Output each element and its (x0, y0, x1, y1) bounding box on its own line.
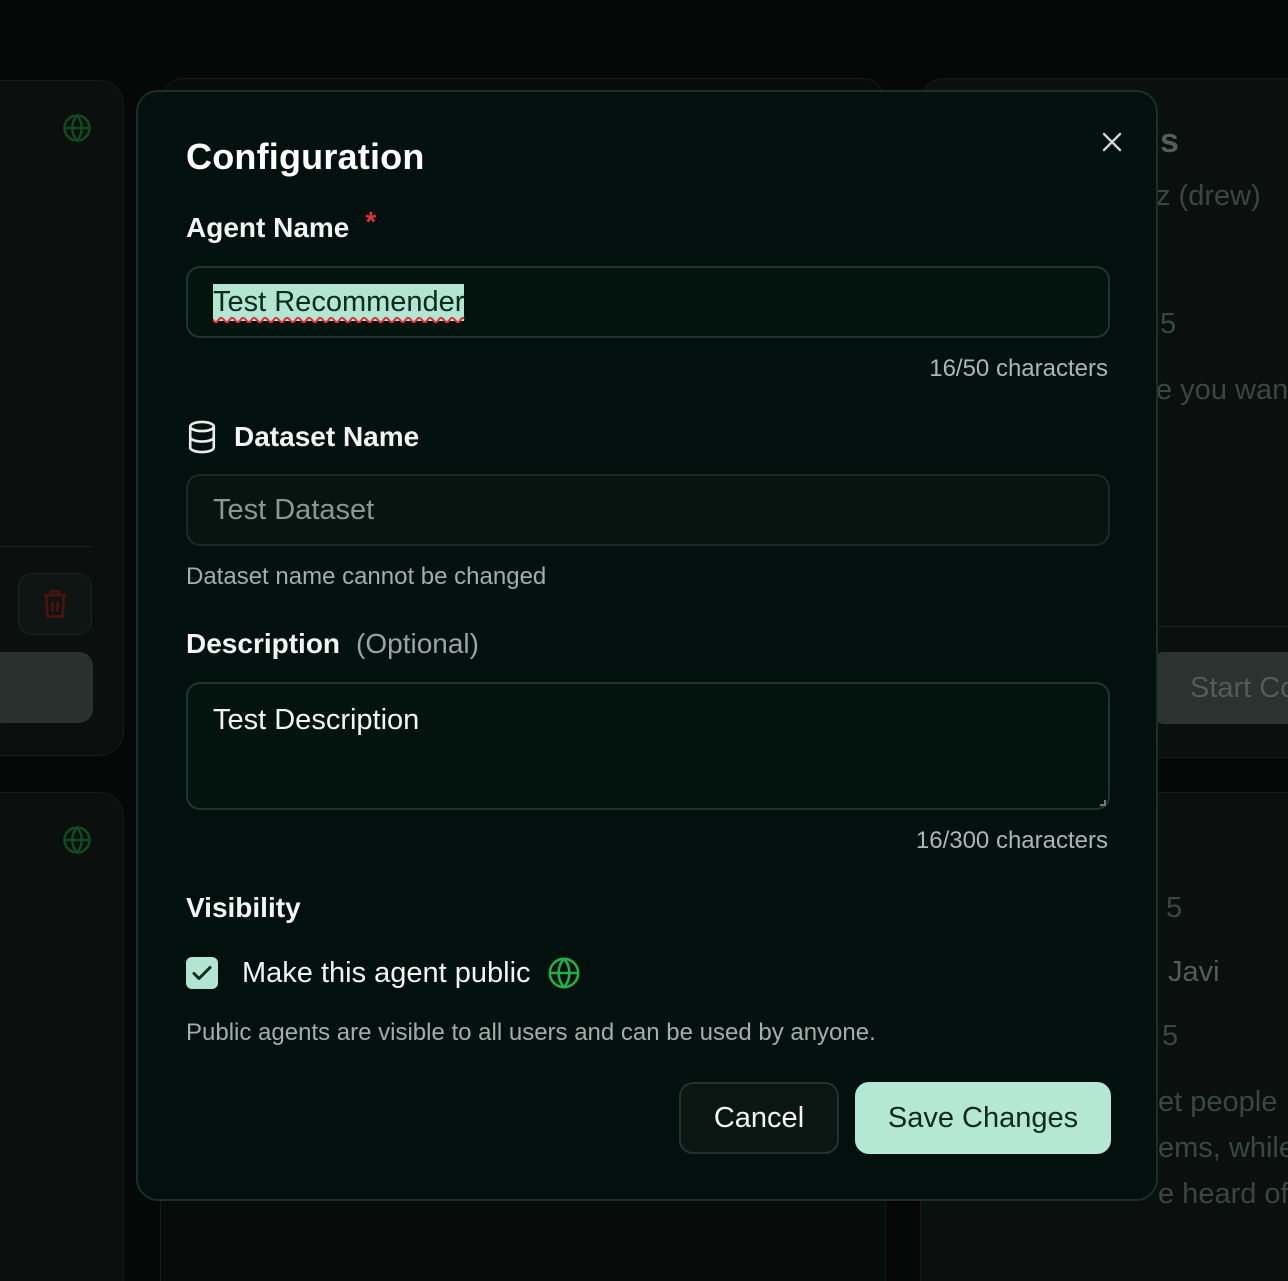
description-label: Description (Optional) (186, 628, 479, 660)
dataset-name-label-text: Dataset Name (234, 421, 420, 452)
dialog-title: Configuration (186, 136, 425, 177)
database-icon (188, 420, 216, 454)
optional-tag: (Optional) (356, 628, 479, 659)
background-card-left-bottom (0, 792, 124, 1281)
description-textarea[interactable]: Test Description (186, 682, 1110, 810)
globe-icon (62, 113, 92, 143)
cancel-button[interactable]: Cancel (679, 1082, 839, 1154)
dataset-name-hint: Dataset name cannot be changed (186, 563, 547, 590)
background-text: e you want (1156, 374, 1288, 406)
agent-name-input[interactable]: Test Recommender (186, 266, 1110, 338)
description-label-text: Description (186, 628, 341, 659)
agent-name-char-counter: 16/50 characters (929, 355, 1108, 382)
resize-handle[interactable] (1100, 800, 1106, 806)
background-text: 5 (1162, 1020, 1179, 1052)
background-text: z (drew) (1156, 180, 1261, 212)
public-checkbox-label[interactable]: Make this agent public (242, 956, 581, 990)
background-text: ems, while (1158, 1132, 1288, 1164)
visibility-hint: Public agents are visible to all users a… (186, 1019, 876, 1046)
dataset-name-value: Test Dataset (213, 493, 375, 526)
delete-button (18, 573, 92, 635)
description-char-counter: 16/300 characters (915, 827, 1108, 854)
background-text: et people (1158, 1086, 1278, 1118)
close-icon (1102, 132, 1122, 152)
background-text: e heard of (1158, 1178, 1288, 1210)
background-button-label: Start Co (1190, 672, 1288, 704)
globe-icon (62, 825, 92, 855)
visibility-label: Visibility (186, 892, 301, 923)
agent-name-label-text: Agent Name (186, 212, 350, 243)
agent-name-value: Test Recommender (213, 283, 465, 321)
public-checkbox-label-text: Make this agent public (242, 956, 531, 989)
public-checkbox[interactable] (186, 957, 218, 989)
description-value: Test Description (213, 704, 420, 736)
save-changes-button[interactable]: Save Changes (855, 1082, 1111, 1154)
checkmark-icon (192, 966, 212, 980)
background-heading: s (1160, 122, 1179, 160)
close-button[interactable] (1096, 126, 1128, 158)
background-divider (1150, 626, 1288, 627)
dataset-name-input: Test Dataset (186, 474, 1110, 546)
globe-icon (548, 957, 580, 989)
background-text: Javi (1168, 956, 1220, 988)
required-indicator: * (365, 206, 377, 237)
background-text: 5 (1166, 892, 1183, 924)
background-button (0, 652, 93, 723)
agent-name-label: Agent Name * (186, 206, 376, 244)
background-divider (0, 546, 92, 547)
configuration-dialog: Configuration Agent Name * Test Recommen… (136, 90, 1158, 1201)
dataset-name-label: Dataset Name (186, 420, 419, 454)
background-text: 5 (1160, 308, 1177, 340)
